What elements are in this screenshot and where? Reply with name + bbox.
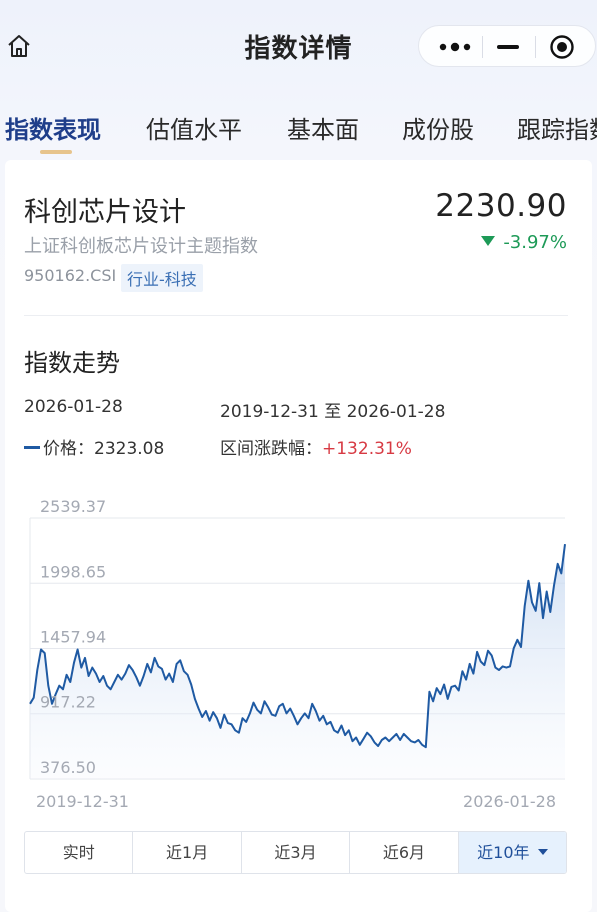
tab-bar: 指数表现 估值水平 基本面 成份股 跟踪指数 — [0, 100, 597, 160]
period-10-years[interactable]: 近10年 — [458, 832, 566, 873]
tab-fundamentals[interactable]: 基本面 — [287, 110, 359, 145]
price-label: 价格： — [43, 439, 94, 459]
y-tick-label: 917.22 — [40, 693, 96, 712]
index-change: -3.97% — [481, 232, 567, 253]
price-legend: 价格：2323.08 — [24, 434, 164, 459]
y-tick-label: 1998.65 — [40, 562, 106, 581]
tab-valuation[interactable]: 估值水平 — [146, 110, 242, 145]
index-change-value: -3.97% — [503, 232, 567, 253]
period-3-months[interactable]: 近3月 — [242, 832, 351, 873]
period-realtime[interactable]: 实时 — [25, 832, 134, 873]
capsule-divider — [482, 36, 483, 58]
top-navigation-bar: 指数详情 — [0, 0, 597, 90]
index-name: 科创芯片设计 — [24, 197, 186, 228]
period-selector: 实时 近1月 近3月 近6月 近10年 — [24, 831, 567, 874]
x-start-label: 2019-12-31 — [36, 792, 129, 811]
y-tick-label: 2539.37 — [40, 497, 106, 516]
minimize-icon[interactable] — [497, 45, 519, 49]
index-price: 2230.90 — [435, 188, 567, 224]
capsule-divider — [535, 36, 536, 58]
mini-program-capsule — [418, 25, 596, 67]
range-change: 区间涨跌幅：+132.31% — [220, 434, 412, 459]
y-tick-label: 376.50 — [40, 758, 96, 777]
down-triangle-icon — [481, 236, 496, 246]
trend-section-title: 指数走势 — [24, 349, 120, 377]
legend-line-icon — [24, 446, 40, 449]
range-change-label: 区间涨跌幅： — [220, 439, 322, 459]
active-tab-indicator — [40, 150, 72, 154]
tab-constituents[interactable]: 成份股 — [402, 110, 474, 145]
chevron-down-icon — [537, 849, 548, 855]
period-10-years-label: 近10年 — [477, 843, 530, 862]
y-tick-label: 1457.94 — [40, 627, 106, 646]
index-code: 950162.CSI — [24, 266, 117, 285]
date-range: 2019-12-31 至 2026-01-28 — [220, 402, 446, 422]
industry-tag[interactable]: 行业-科技 — [121, 264, 203, 292]
close-target-icon[interactable] — [549, 34, 575, 60]
divider — [24, 315, 568, 316]
period-1-month[interactable]: 近1月 — [133, 832, 242, 873]
more-options-icon[interactable] — [437, 39, 473, 55]
index-trend-chart[interactable]: 2539.37 1998.65 1457.94 917.22 376.50 2019-12… — [0, 485, 597, 815]
range-change-value: +132.31% — [322, 439, 412, 459]
trend-chart-svg[interactable]: 2539.37 1998.65 1457.94 917.22 376.50 2019-12… — [0, 485, 597, 815]
period-6-months[interactable]: 近6月 — [350, 832, 459, 873]
x-end-label: 2026-01-28 — [463, 792, 556, 811]
tab-tracking-index[interactable]: 跟踪指数 — [517, 110, 597, 145]
tab-index-performance[interactable]: 指数表现 — [5, 110, 101, 145]
index-full-name: 上证科创板芯片设计主题指数 — [24, 236, 258, 257]
price-value: 2323.08 — [94, 439, 165, 459]
current-date: 2026-01-28 — [24, 397, 123, 417]
